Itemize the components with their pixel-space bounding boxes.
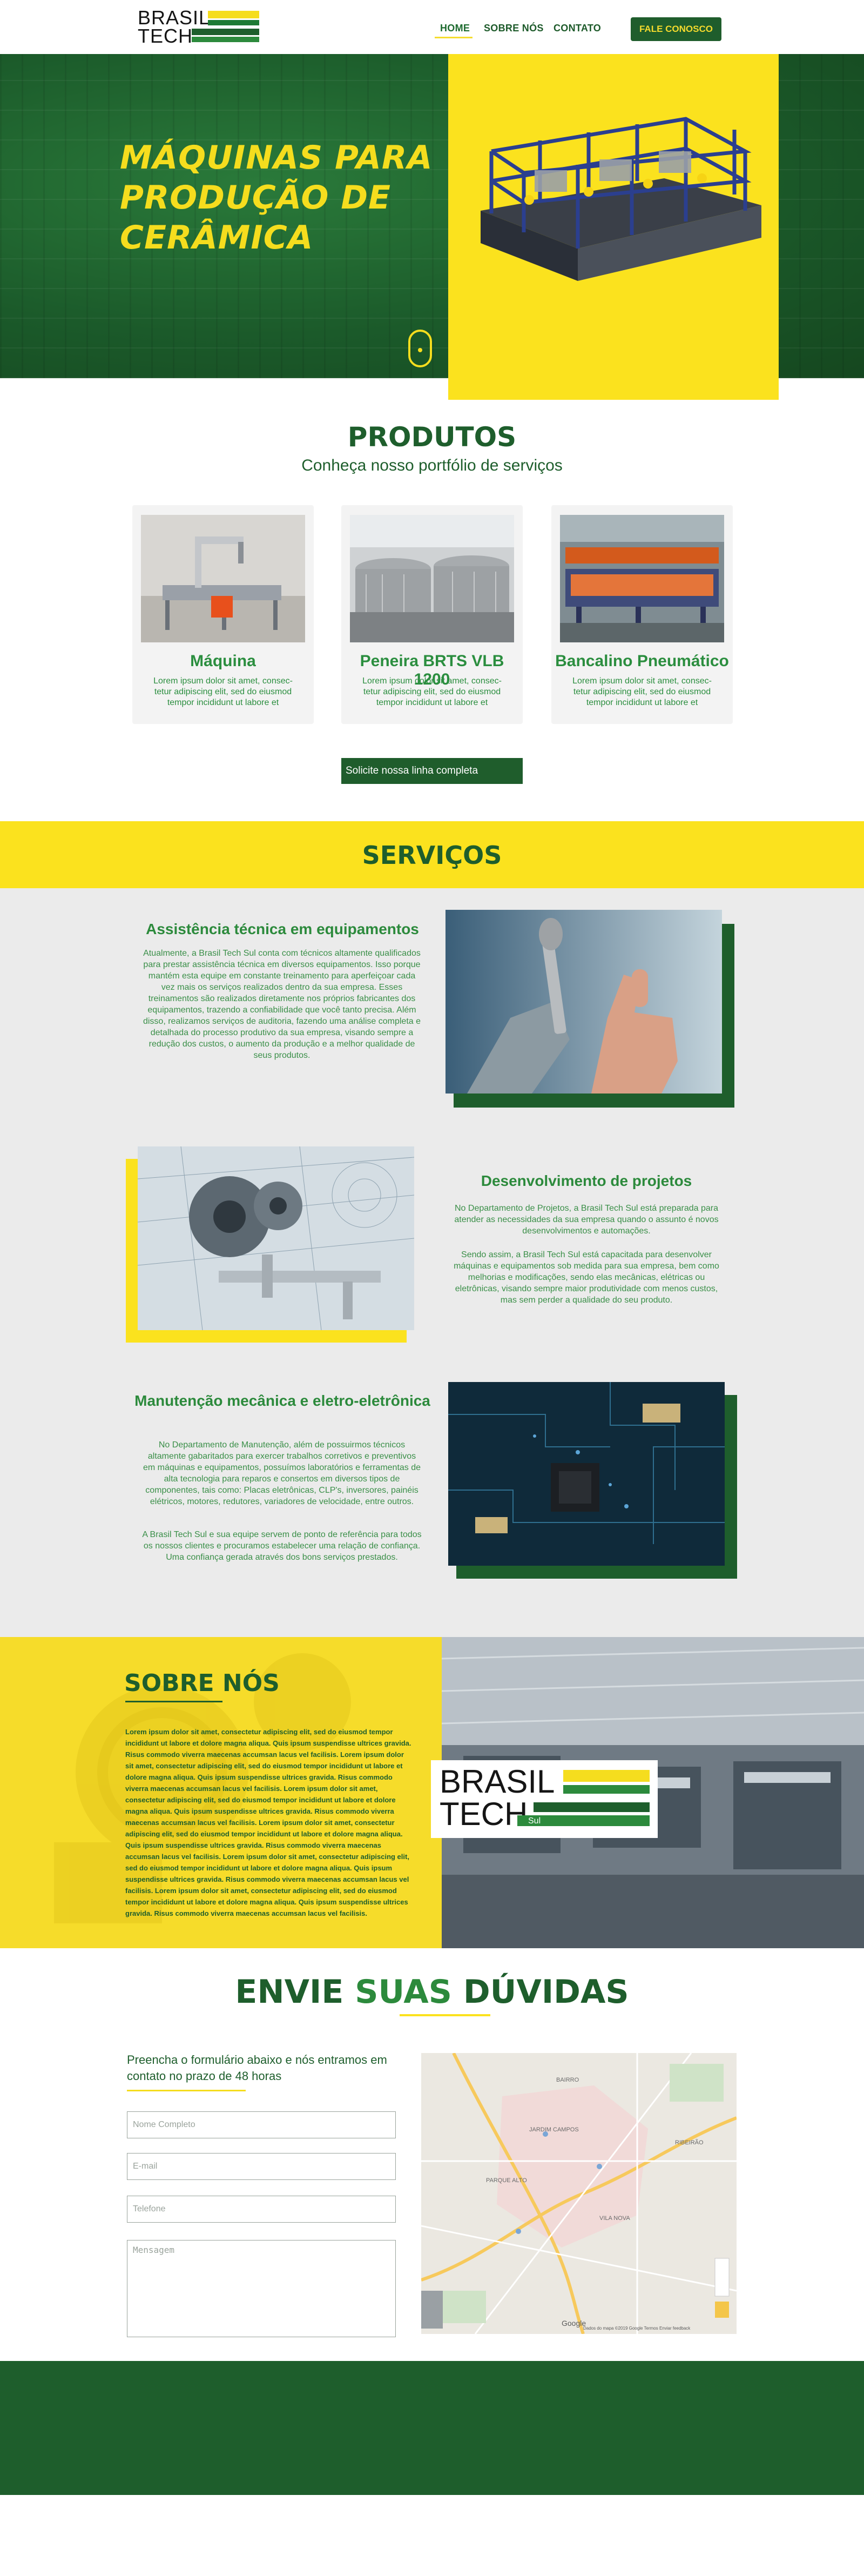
email-field[interactable] <box>127 2153 396 2180</box>
servico-text: No Departamento de Projetos, a Brasil Te… <box>454 1204 719 1236</box>
solicite-linha-button[interactable]: Solicite nossa linha completa <box>341 758 523 784</box>
hero-title-line2: PRODUÇÃO DE <box>120 179 392 217</box>
map-thumbnail[interactable] <box>421 2291 443 2329</box>
map-google-logo: Google <box>562 2319 586 2327</box>
site-footer <box>0 2361 864 2495</box>
sobre-title: SOBRE NÓS <box>124 1669 280 1697</box>
servico-text-2: Sendo assim, a Brasil Tech Sul está capa… <box>454 1250 719 1305</box>
nav-home-underline <box>435 37 473 38</box>
sobre-logo-stripe-green <box>563 1785 650 1794</box>
site-header: BRASIL TECH HOME SOBRE NÓS CONTATO FALE … <box>0 0 864 54</box>
product-image-bancalino <box>560 515 724 642</box>
produtos-title: PRODUTOS <box>347 421 517 453</box>
page: BRASIL TECH HOME SOBRE NÓS CONTATO FALE … <box>0 0 864 2576</box>
duvidas-title-part1: ENVIE <box>235 1973 344 2011</box>
sobre-title-underline <box>125 1701 222 1702</box>
brand-logo[interactable]: BRASIL TECH <box>138 8 262 46</box>
logo-stripe-green2 <box>192 37 259 42</box>
servico-title: Desenvolvimento de projetos <box>481 1172 692 1189</box>
logo-line2: TECH <box>138 25 193 47</box>
map-label: VILA NOVA <box>599 2215 630 2222</box>
form-intro: Preencha o formulário abaixo e nós entra… <box>127 2053 387 2083</box>
product-desc: Lorem ipsum dolor sit amet, consec-tetur… <box>153 676 293 707</box>
product-image-peneira <box>350 515 514 642</box>
duvidas-title-part2: SUAS <box>355 1973 452 2011</box>
produtos-subtitle: Conheça nosso portfólio de serviços <box>301 457 563 474</box>
map-label: PARQUE ALTO <box>486 2177 527 2184</box>
map-label: RIBEIRÃO <box>675 2139 704 2146</box>
servico-title: Manutenção mecânica e eletro-eletrônica <box>134 1392 430 1409</box>
duvidas-title: ENVIE SUAS DÚVIDAS <box>0 1973 864 2011</box>
logo-stripe-green <box>208 20 259 25</box>
sobre-logo-stripe-dark <box>534 1802 650 1812</box>
logo-stripe-dark <box>192 29 259 35</box>
map-footer: Dados do mapa ©2019 Google Termos Enviar… <box>583 2326 691 2331</box>
map-label: BAIRRO <box>556 2077 579 2083</box>
product-card[interactable]: Bancalino Pneumático Lorem ipsum dolor s… <box>551 505 733 724</box>
fale-conosco-button[interactable]: FALE CONOSCO <box>631 17 721 41</box>
ceramic-machine-image <box>448 54 779 400</box>
logo-stripe-yellow <box>208 11 259 18</box>
sobre-logo-tag: Sul <box>528 1816 541 1826</box>
wrench-thumbs-up-image <box>446 910 722 1094</box>
nav-contato[interactable]: CONTATO <box>554 23 601 34</box>
sobre-text: Lorem ipsum dolor sit amet, consectetur … <box>125 1728 411 1917</box>
product-name: Bancalino Pneumático <box>555 652 729 670</box>
gears-caliper-image <box>138 1146 414 1330</box>
product-desc: Lorem ipsum dolor sit amet, consec-tetur… <box>572 676 712 707</box>
servicos-title: SERVIÇOS <box>362 841 502 870</box>
telefone-field[interactable] <box>127 2196 396 2223</box>
servico-text: No Departamento de Manutenção, além de p… <box>143 1440 421 1506</box>
sobre-logo-line1: BRASIL <box>440 1763 555 1800</box>
nome-field[interactable] <box>127 2111 396 2138</box>
nav-home[interactable]: HOME <box>440 23 470 34</box>
logo-line1: BRASIL <box>138 6 211 29</box>
hero-title-line1: MÁQUINAS PARA <box>120 139 433 177</box>
product-card[interactable]: Máquina Lorem ipsum dolor sit amet, cons… <box>132 505 314 724</box>
mouse-scroll-icon[interactable] <box>408 330 432 367</box>
servico-title: Assistência técnica em equipamentos <box>146 921 419 937</box>
hero-title-line3: CERÂMICA <box>120 219 314 257</box>
nav-sobre[interactable]: SOBRE NÓS <box>484 23 544 34</box>
product-card[interactable]: Peneira BRTS VLB 1200 Lorem ipsum dolor … <box>341 505 523 724</box>
servico-text-2: A Brasil Tech Sul e sua equipe servem de… <box>142 1530 422 1562</box>
hero-image-panel <box>448 54 779 400</box>
duvidas-title-underline <box>400 2014 490 2016</box>
map-label: JARDIM CAMPOS <box>529 2126 579 2133</box>
sobre-logo-line2: TECH <box>440 1796 528 1832</box>
sobre-logo-box: BRASIL TECH Sul <box>431 1760 658 1838</box>
product-name: Máquina <box>190 652 256 670</box>
hero-title: MÁQUINAS PARA PRODUÇÃO DE CERÂMICA <box>120 138 455 258</box>
product-desc: Lorem ipsum dolor sit amet, consec-tetur… <box>362 676 502 707</box>
duvidas-title-part3: DÚVIDAS <box>463 1973 629 2011</box>
servico-text: Atualmente, a Brasil Tech Sul conta com … <box>143 949 421 1060</box>
form-intro-underline <box>127 2090 246 2091</box>
location-map[interactable]: BAIRRO JARDIM CAMPOS PARQUE ALTO VILA NO… <box>421 2053 737 2334</box>
product-image-maquina <box>141 515 305 642</box>
sobre-logo-stripe-yellow <box>563 1770 650 1782</box>
mensagem-field[interactable] <box>127 2240 396 2337</box>
circuit-board-image <box>448 1382 725 1566</box>
